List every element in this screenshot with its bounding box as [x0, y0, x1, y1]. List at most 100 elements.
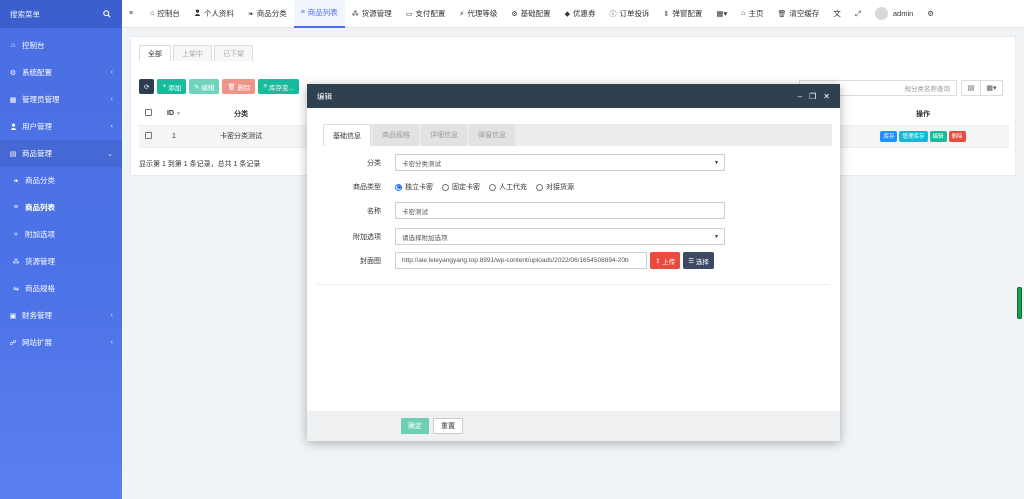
fullscreen-button[interactable]: ⤢	[848, 0, 868, 28]
modal-footer: 确定 重置	[307, 411, 840, 441]
stock-button[interactable]: ≡ 库存变...	[258, 79, 299, 94]
sidebar-item-label: 控制台	[22, 41, 45, 50]
nav-tab-payment-config[interactable]: ▭ 支付配置	[399, 0, 453, 28]
category-select[interactable]: 卡密分类测试 ▼	[395, 154, 725, 171]
type-option-supply[interactable]: 对接货源	[536, 182, 574, 192]
nav-tab-coupon[interactable]: ◆ 优惠券	[558, 0, 603, 28]
view-toggle: ▤ ▦▾	[961, 80, 1003, 96]
clear-cache-button[interactable]: 🗑 清空缓存	[770, 0, 826, 28]
sidebar-item-product-category[interactable]: ❧ 商品分类	[0, 167, 122, 194]
nav-more-dropdown[interactable]: ▦▾	[709, 0, 734, 28]
tab-off-shelf[interactable]: 已下架	[214, 45, 253, 61]
refresh-button[interactable]: ⟳	[139, 79, 155, 94]
nav-tab-product-list[interactable]: ≡ 商品列表	[293, 0, 345, 28]
row-manage-stock-button[interactable]: 管理库存	[899, 130, 928, 142]
tab-basic-info[interactable]: 基础信息	[323, 124, 371, 146]
minimize-icon[interactable]: –	[798, 92, 802, 101]
nav-tab-profile[interactable]: 个人资料	[187, 0, 241, 28]
nav-tab-order-complaint[interactable]: ⓘ 订单投诉	[603, 0, 657, 28]
translate-button[interactable]: 文	[826, 0, 848, 28]
type-option-manual[interactable]: 人工代充	[489, 182, 527, 192]
nav-tab-supply-management[interactable]: ⁂ 货源管理	[345, 0, 399, 28]
sidebar-item-finance-management[interactable]: ▣ 财务管理 ‹	[0, 302, 122, 329]
search-icon[interactable]	[100, 7, 114, 21]
edit-label: 编辑	[201, 84, 215, 92]
name-input[interactable]: 卡密测试	[395, 202, 725, 219]
modal-header: 编辑 – ❐ ✕	[307, 84, 840, 108]
edit-modal: 编辑 – ❐ ✕ 基础信息 商品规格 详细信息 弹窗信息 分类 卡密分类测试 ▼…	[307, 84, 840, 441]
sidebar-item-product-list[interactable]: ≡ 商品列表	[0, 194, 122, 221]
sidebar-item-dashboard[interactable]: ⌂ 控制台	[0, 32, 122, 59]
form-row-name: 名称 卡密测试	[307, 202, 840, 219]
close-icon[interactable]: ✕	[823, 92, 830, 101]
confirm-button[interactable]: 确定	[401, 418, 429, 434]
row-stock-button[interactable]: 库存	[880, 130, 898, 142]
nav-tab-product-category[interactable]: ❧ 商品分类	[241, 0, 294, 28]
refresh-icon: ⟳	[144, 83, 150, 91]
nav-tab-basic-config[interactable]: ⚙ 基础配置	[504, 0, 557, 28]
sidebar-item-admin-management[interactable]: ▦ 管理员管理 ‹	[0, 86, 122, 113]
sidebar-menu: ⌂ 控制台 ⚙ 系统配置 ‹ ▦ 管理员管理 ‹ 用户管理 ‹ ▤ 商品管理 ⌄…	[0, 32, 122, 356]
form-row-addon: 附加选项 请选择附加选项 ▼	[307, 228, 840, 245]
credit-card-icon: ▭	[405, 10, 413, 18]
home-link[interactable]: ⌂ 主页	[734, 0, 770, 28]
leaf-icon: ❧	[247, 10, 254, 18]
delete-button[interactable]: 🗑 删除	[222, 79, 256, 94]
avatar	[874, 7, 888, 20]
tab-detail-info[interactable]: 详细信息	[421, 124, 467, 146]
modal-title: 编辑	[317, 91, 332, 101]
settings-button[interactable]: ⚙	[920, 0, 941, 28]
user-menu[interactable]: admin	[868, 0, 920, 28]
tab-all[interactable]: 全部	[139, 45, 171, 61]
sitemap-icon: ⁂	[351, 10, 359, 18]
row-category: 卡密分类测试	[191, 125, 291, 148]
row-delete-button[interactable]: 删除	[948, 130, 966, 142]
caret-down-icon: ▼	[714, 159, 719, 166]
sidebar-item-system-config[interactable]: ⚙ 系统配置 ‹	[0, 59, 122, 86]
bars-icon: ≡	[300, 9, 305, 16]
leaf-icon: ❧	[13, 177, 19, 185]
chevron-left-icon: ‹	[110, 69, 113, 76]
card-view-button[interactable]: ▤	[962, 81, 980, 95]
sidebar-search[interactable]: 搜索菜单	[0, 0, 122, 28]
chevron-left-icon: ‹	[110, 339, 113, 346]
sidebar-item-user-management[interactable]: 用户管理 ‹	[0, 113, 122, 140]
tab-popup-info[interactable]: 弹窗信息	[469, 124, 515, 146]
chevron-down-icon: ⌄	[107, 150, 113, 158]
addon-select[interactable]: 请选择附加选项 ▼	[395, 228, 725, 245]
add-button[interactable]: + 添加	[157, 79, 187, 94]
pagination-summary: 显示第 1 到第 1 条记录，总共 1 条记录	[139, 161, 261, 168]
sidebar-item-supply-management[interactable]: ⁂ 货源管理	[0, 248, 122, 275]
column-id[interactable]: ID ▼	[157, 103, 191, 126]
form-row-category: 分类 卡密分类测试 ▼	[307, 154, 840, 171]
grid-dropdown-icon: ▦▾	[716, 9, 728, 18]
row-edit-button[interactable]: 编辑	[929, 130, 947, 142]
row-checkbox[interactable]	[139, 125, 157, 148]
modal-tabs: 基础信息 商品规格 详细信息 弹窗信息	[323, 124, 832, 146]
upload-button[interactable]: ⇪ 上传	[650, 252, 681, 269]
sidebar-item-product-management[interactable]: ▤ 商品管理 ⌄	[0, 140, 122, 167]
columns-dropdown-button[interactable]: ▦▾	[980, 81, 1002, 95]
reset-button[interactable]: 重置	[433, 418, 463, 434]
sidebar-item-addon-options[interactable]: » 附加选项	[0, 221, 122, 248]
nav-tab-agent-level[interactable]: ⚡ 代理等级	[452, 0, 504, 28]
nav-tab-dashboard[interactable]: ⌂ 控制台	[143, 0, 187, 28]
type-option-independent[interactable]: 独立卡密	[395, 182, 433, 192]
select-all-checkbox[interactable]	[139, 103, 157, 126]
sidebar-item-product-spec[interactable]: ⇋ 商品规格	[0, 275, 122, 302]
tab-on-shelf[interactable]: 上架中	[173, 45, 212, 61]
clear-cache-label: 清空缓存	[789, 9, 820, 18]
floating-scroll-handle[interactable]	[1017, 287, 1022, 319]
tab-product-spec[interactable]: 商品规格	[373, 124, 419, 146]
category-label: 分类	[367, 159, 381, 167]
sidebar-item-site-extension[interactable]: ☍ 网站扩展 ‹	[0, 329, 122, 356]
type-option-fixed[interactable]: 固定卡密	[442, 182, 480, 192]
nav-tab-popup-config[interactable]: ⇕ 弹窗配置	[657, 0, 710, 28]
column-actions: 操作	[837, 103, 1009, 126]
cover-url-input[interactable]: http://ale.leleyangyang.top:8991/wp-cont…	[395, 252, 647, 269]
upload-icon: ⇪	[655, 257, 661, 265]
choose-button[interactable]: ☰ 选择	[683, 252, 714, 269]
menu-toggle-button[interactable]: ≡	[122, 0, 143, 28]
edit-button[interactable]: ✎ 编辑	[189, 79, 220, 94]
maximize-icon[interactable]: ❐	[809, 92, 816, 101]
